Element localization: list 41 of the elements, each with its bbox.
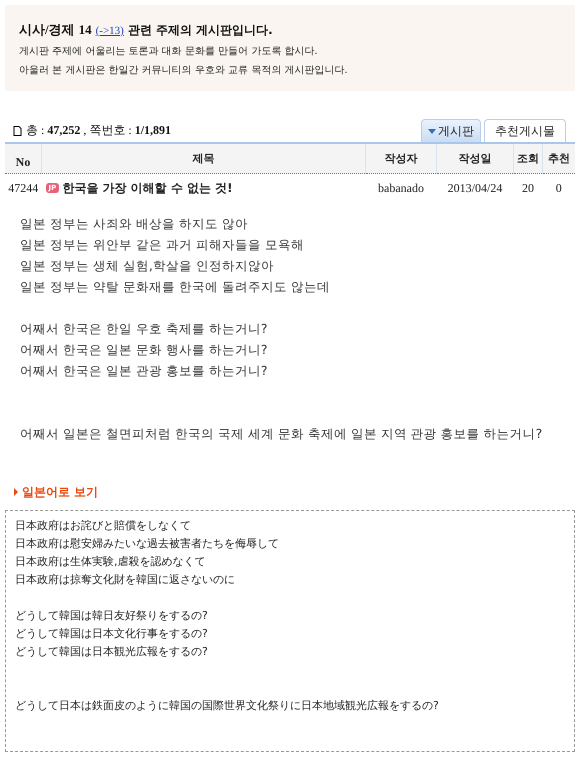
translation-line: どうして日本は鉄面皮のように韓国の国際世界文化祭りに日本地域観光広報をするの? [15, 698, 439, 714]
post-author: babanado [366, 174, 436, 203]
view-count: 20 [514, 174, 542, 203]
post-text-line: 어째서 한국은 한일 우호 축제를 하는거니? [20, 320, 268, 338]
translation-line: 日本政府は慰安婦みたいな過去被害者たちを侮辱して [15, 536, 279, 552]
post-date: 2013/04/24 [436, 174, 514, 203]
translation-line: どうして韓国は日本観光広報をするの? [15, 644, 208, 660]
notice-heading: 관련 주제의 게시판입니다. [128, 22, 273, 39]
post-text-line: 일본 정부는 사죄와 배상을 하지도 않아 [20, 215, 248, 233]
column-header: 조회 [514, 143, 542, 174]
total-count: 총 : 47,252 , 쪽번호 : 1/1,891 [26, 122, 172, 139]
translation-line: 日本政府は生体実験,虐殺を認めなくて [15, 554, 206, 570]
caret-icon [428, 129, 436, 134]
post-text-line: 어째서 일본은 철면피처럼 한국의 국제 세계 문화 축제에 일본 지역 관광 홍보를 하는거니? [20, 425, 542, 443]
column-header: No [5, 143, 42, 174]
notice-text: 게시판 주제에 어울리는 토론과 대화 문화를 만들어 가도록 합시다. [19, 45, 319, 58]
board-number: 14 [78, 22, 92, 38]
translation-line: 日本政府は掠奪文化財を韓国に返さないのに [15, 572, 235, 588]
post-text-line: 일본 정부는 약탈 문화재를 한국에 돌려주지도 않는데 [20, 278, 330, 296]
column-header: 작성일 [436, 143, 514, 174]
translation-line: 日本政府はお詫びと賠償をしなくて [15, 518, 191, 534]
post-text-line: 일본 정부는 생체 실험,학살을 인정하지않아 [20, 257, 274, 275]
post-text-line: 어째서 한국은 일본 문화 행사를 하는거니? [20, 341, 268, 359]
board-category: 시사/경제 [19, 21, 75, 39]
board-link[interactable]: (->13) [96, 25, 124, 37]
post-title[interactable]: 한국을 가장 이해할 수 없는 것! [62, 181, 233, 195]
board-tab[interactable]: 게시판 [421, 119, 481, 142]
post-number: 47244 [5, 174, 42, 203]
translation-line: どうして韓国は韓日友好祭りをするの? [15, 608, 208, 624]
arrow-icon [14, 488, 18, 496]
post-text-line: 일본 정부는 위안부 같은 과거 피해자들을 모욕해 [20, 236, 304, 254]
document-icon [13, 126, 22, 136]
column-header: 제목 [42, 143, 366, 174]
recommend-count: 0 [542, 174, 575, 203]
notice-text: 아울러 본 게시판은 한일간 커뮤니티의 우호와 교류 목적의 게시판입니다. [19, 64, 349, 77]
post-text-line: 어째서 한국은 일본 관광 홍보를 하는거니? [20, 362, 268, 380]
column-header: 추천 [542, 143, 575, 174]
board-tab[interactable]: 추천게시물 [484, 119, 566, 142]
translation-line: どうして韓国は日本文化行事をするの? [15, 626, 208, 642]
column-header: 작성자 [366, 143, 436, 174]
japanese-view-link[interactable]: 일본어로 보기 [14, 484, 98, 500]
